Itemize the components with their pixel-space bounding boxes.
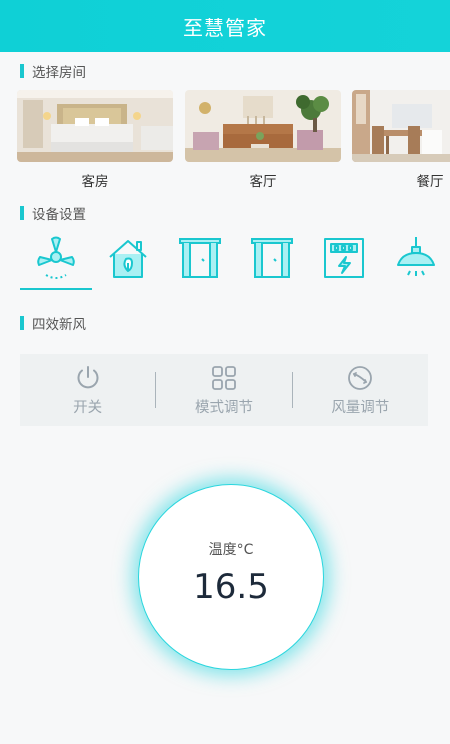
temperature-value: 16.5 [193, 567, 269, 607]
mode-button[interactable]: 模式调节 [156, 364, 291, 417]
ceiling-fan-icon [37, 236, 75, 279]
section-devices: 设备设置 [0, 203, 86, 223]
section-marker [20, 64, 24, 78]
device-selected-indicator [20, 288, 92, 290]
section-rooms: 选择房间 [0, 61, 86, 81]
device-smart-home[interactable] [98, 232, 158, 284]
device-selector[interactable] [0, 232, 450, 294]
section-devices-title: 设备设置 [32, 207, 86, 223]
room-photo-guest [17, 90, 173, 162]
control-panel: 开关 模式调节 风量调节 [20, 354, 428, 426]
room-card-living[interactable]: 客厅 [185, 90, 341, 190]
room-label-guest: 客房 [81, 174, 109, 190]
temperature-dial[interactable]: 温度°C 16.5 [138, 484, 324, 670]
section-device-detail: 四效新风 [0, 313, 86, 333]
curtain-icon [251, 238, 293, 278]
section-device-detail-title: 四效新风 [32, 317, 86, 333]
mode-label: 模式调节 [194, 399, 253, 416]
device-pendant-lamp[interactable] [386, 232, 446, 284]
room-photo-dining [352, 90, 450, 162]
section-rooms-title: 选择房间 [32, 65, 86, 81]
section-marker [20, 316, 24, 330]
wind-button[interactable]: 风量调节 [293, 364, 428, 417]
section-marker [20, 206, 24, 220]
grid-icon [212, 365, 236, 390]
wind-label: 风量调节 [331, 399, 390, 416]
device-ceiling-fan[interactable] [26, 232, 86, 284]
device-power-panel[interactable] [314, 232, 374, 284]
fan-speed-icon [348, 365, 373, 390]
temperature-label: 温度°C [208, 542, 254, 558]
room-carousel[interactable]: 客房 客厅 餐厅 [0, 90, 450, 190]
app-title: 至慧管家 [183, 15, 267, 40]
room-card-guest[interactable]: 客房 [17, 90, 173, 190]
room-label-living: 客厅 [249, 174, 277, 190]
smart-home-icon [109, 240, 147, 278]
room-label-dining: 餐厅 [416, 174, 444, 190]
app-header: 至慧管家 [0, 0, 450, 52]
pendant-lamp-icon [397, 237, 435, 276]
power-icon [77, 365, 99, 388]
curtain-icon [179, 238, 221, 278]
power-panel-icon [324, 238, 364, 278]
power-label: 开关 [73, 399, 103, 416]
power-button[interactable]: 开关 [20, 364, 155, 417]
room-photo-living [185, 90, 341, 162]
device-curtain-2[interactable] [242, 232, 302, 284]
room-card-dining[interactable]: 餐厅 [352, 90, 450, 190]
device-curtain-1[interactable] [170, 232, 230, 284]
